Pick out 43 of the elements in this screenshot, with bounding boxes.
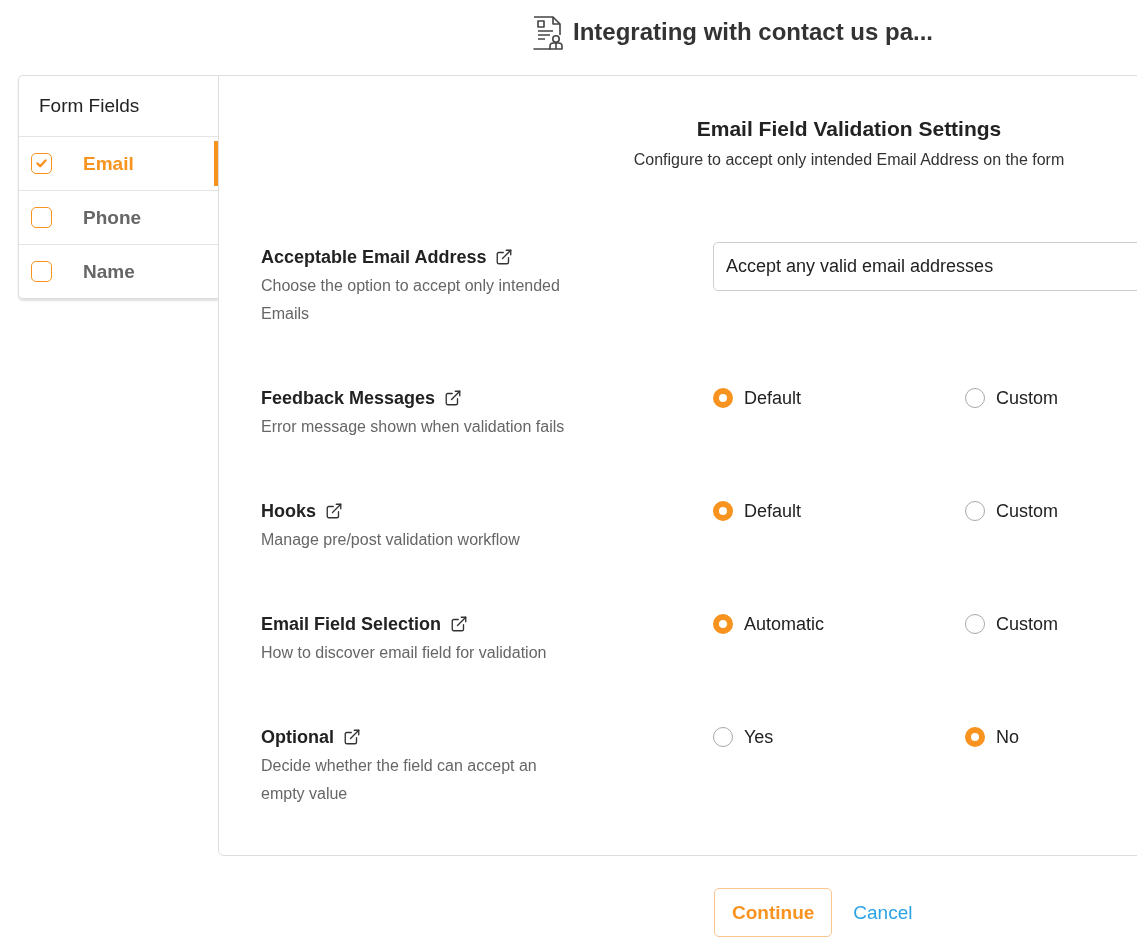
external-link-icon[interactable] <box>325 502 343 520</box>
radio-button[interactable] <box>713 501 733 521</box>
setting-label: Email Field Selection <box>261 613 442 636</box>
panel-subtitle: Configure to accept only intended Email Address on the form <box>632 150 1066 170</box>
sidebar-item[interactable]: Phone <box>19 191 218 245</box>
radio-button[interactable] <box>965 388 985 408</box>
radio-button[interactable] <box>965 727 985 747</box>
checkbox[interactable] <box>31 153 52 174</box>
radio-button[interactable] <box>965 501 985 521</box>
radio-option[interactable]: No <box>965 722 1019 752</box>
setting-label: Hooks <box>261 500 316 523</box>
check-icon <box>36 159 47 168</box>
setting-label: Optional <box>261 726 334 749</box>
checkbox[interactable] <box>31 207 52 228</box>
active-indicator <box>214 141 218 186</box>
setting-description: Manage pre/post validation workflow <box>261 530 521 550</box>
radio-button[interactable] <box>713 388 733 408</box>
external-link-icon[interactable] <box>495 248 514 266</box>
input-field[interactable]: Accept any valid email addresses <box>713 242 1137 291</box>
sidebar-item[interactable]: Name <box>19 245 218 298</box>
radio-button[interactable] <box>713 614 733 634</box>
radio-option[interactable]: Default <box>713 383 802 413</box>
external-link-icon[interactable] <box>444 389 463 407</box>
setting-label: Feedback Messages <box>261 387 436 410</box>
radio-button[interactable] <box>965 614 985 634</box>
radio-button[interactable] <box>713 727 733 747</box>
radio-option[interactable]: Custom <box>965 383 1058 413</box>
radio-option[interactable]: Custom <box>965 609 1058 639</box>
checkbox[interactable] <box>31 261 52 282</box>
radio-option[interactable]: Default <box>713 496 802 526</box>
radio-option[interactable]: Yes <box>713 722 774 752</box>
setting-description: Error message shown when validation fails <box>261 417 566 437</box>
setting-label: Acceptable Email Address <box>261 246 487 269</box>
setting-description: Choose the option to accept only intended Emails <box>261 276 561 324</box>
setting-description: Decide whether the field can accept an empty value <box>261 756 538 804</box>
document-user-icon <box>533 16 563 50</box>
radio-option[interactable]: Automatic <box>713 609 825 639</box>
panel-title: Email Field Validation Settings <box>695 116 1003 142</box>
external-link-icon[interactable] <box>343 728 361 746</box>
page-title: Integrating with contact us pa... <box>573 17 934 47</box>
setting-description: How to discover email field for validation <box>261 643 548 663</box>
external-link-icon[interactable] <box>450 615 469 633</box>
radio-option[interactable]: Custom <box>965 496 1058 526</box>
